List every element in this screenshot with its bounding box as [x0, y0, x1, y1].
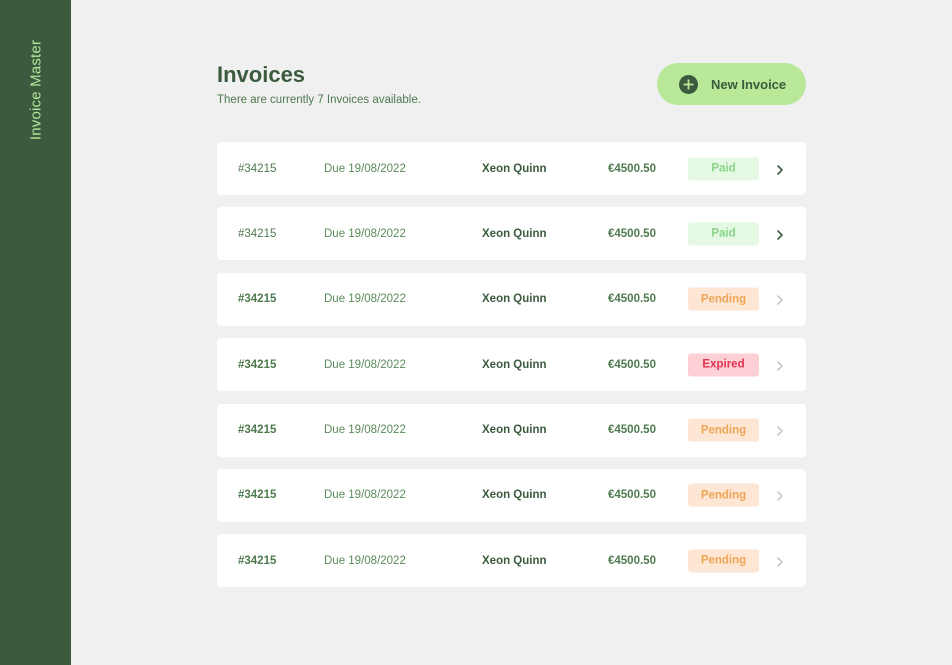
invoice-due-date: Due 19/08/2022 — [324, 554, 406, 567]
plus-circle-icon — [679, 74, 698, 94]
chevron-right-icon[interactable] — [775, 293, 785, 306]
invoice-id: #34215 — [238, 227, 277, 240]
invoice-amount: €4500.50 — [608, 358, 656, 371]
invoice-row[interactable]: #34215 Due 19/08/2022 Xeon Quinn €4500.5… — [217, 403, 806, 457]
invoice-client: Xeon Quinn — [482, 489, 547, 502]
invoice-client: Xeon Quinn — [482, 162, 547, 175]
new-invoice-label: New Invoice — [711, 76, 787, 92]
invoice-id: #34215 — [238, 489, 277, 502]
chevron-right-icon[interactable] — [775, 555, 785, 567]
invoice-amount: €4500.50 — [608, 227, 656, 240]
invoice-row[interactable]: #34215 Due 19/08/2022 Xeon Quinn €4500.5… — [217, 468, 806, 522]
invoice-id: #34215 — [238, 424, 277, 437]
status-badge: Paid — [688, 222, 759, 246]
invoice-row[interactable]: #34215 Due 19/08/2022 Xeon Quinn €4500.5… — [217, 142, 806, 195]
invoice-id: #34215 — [238, 162, 277, 175]
status-badge: Expired — [688, 353, 759, 377]
invoice-amount: €4500.50 — [608, 293, 656, 306]
invoice-row[interactable]: #34215 Due 19/08/2022 Xeon Quinn €4500.5… — [217, 272, 806, 326]
invoice-client: Xeon Quinn — [482, 554, 547, 567]
invoice-due-date: Due 19/08/2022 — [324, 358, 406, 371]
invoice-id: #34215 — [238, 358, 277, 371]
invoice-row[interactable]: #34215 Due 19/08/2022 Xeon Quinn €4500.5… — [217, 207, 806, 261]
page-subtitle: There are currently 7 Invoices available… — [217, 94, 421, 106]
invoice-client: Xeon Quinn — [482, 293, 547, 306]
status-badge: Pending — [688, 483, 759, 507]
invoice-id: #34215 — [238, 293, 277, 306]
invoice-client: Xeon Quinn — [482, 358, 547, 371]
invoice-amount: €4500.50 — [608, 489, 656, 502]
invoice-amount: €4500.50 — [608, 424, 656, 437]
invoice-id: #34215 — [238, 554, 277, 567]
status-badge: Paid — [688, 157, 759, 180]
chevron-right-icon[interactable] — [775, 163, 785, 175]
chevron-right-icon[interactable] — [775, 424, 785, 436]
new-invoice-button[interactable]: New Invoice — [657, 63, 806, 105]
invoice-list: #34215 Due 19/08/2022 Xeon Quinn €4500.5… — [217, 142, 806, 600]
status-badge: Pending — [688, 549, 759, 573]
invoice-row[interactable]: #34215 Due 19/08/2022 Xeon Quinn €4500.5… — [217, 534, 806, 588]
invoice-client: Xeon Quinn — [482, 424, 547, 437]
invoice-due-date: Due 19/08/2022 — [324, 424, 406, 437]
chevron-right-icon[interactable] — [775, 228, 785, 240]
chevron-right-icon[interactable] — [775, 489, 785, 502]
invoice-due-date: Due 19/08/2022 — [324, 227, 406, 240]
page-title: Invoices — [217, 62, 306, 87]
invoice-amount: €4500.50 — [608, 554, 656, 567]
sidebar: Invoice Master — [0, 0, 71, 665]
invoice-row[interactable]: #34215 Due 19/08/2022 Xeon Quinn €4500.5… — [217, 338, 806, 392]
invoice-due-date: Due 19/08/2022 — [324, 293, 406, 306]
status-badge: Pending — [688, 287, 759, 311]
app-title: Invoice Master — [27, 39, 45, 141]
status-badge: Pending — [688, 418, 759, 442]
invoice-due-date: Due 19/08/2022 — [324, 489, 406, 502]
invoice-due-date: Due 19/08/2022 — [324, 162, 406, 175]
invoice-client: Xeon Quinn — [482, 227, 547, 240]
chevron-right-icon[interactable] — [775, 359, 785, 371]
invoice-amount: €4500.50 — [608, 162, 656, 175]
